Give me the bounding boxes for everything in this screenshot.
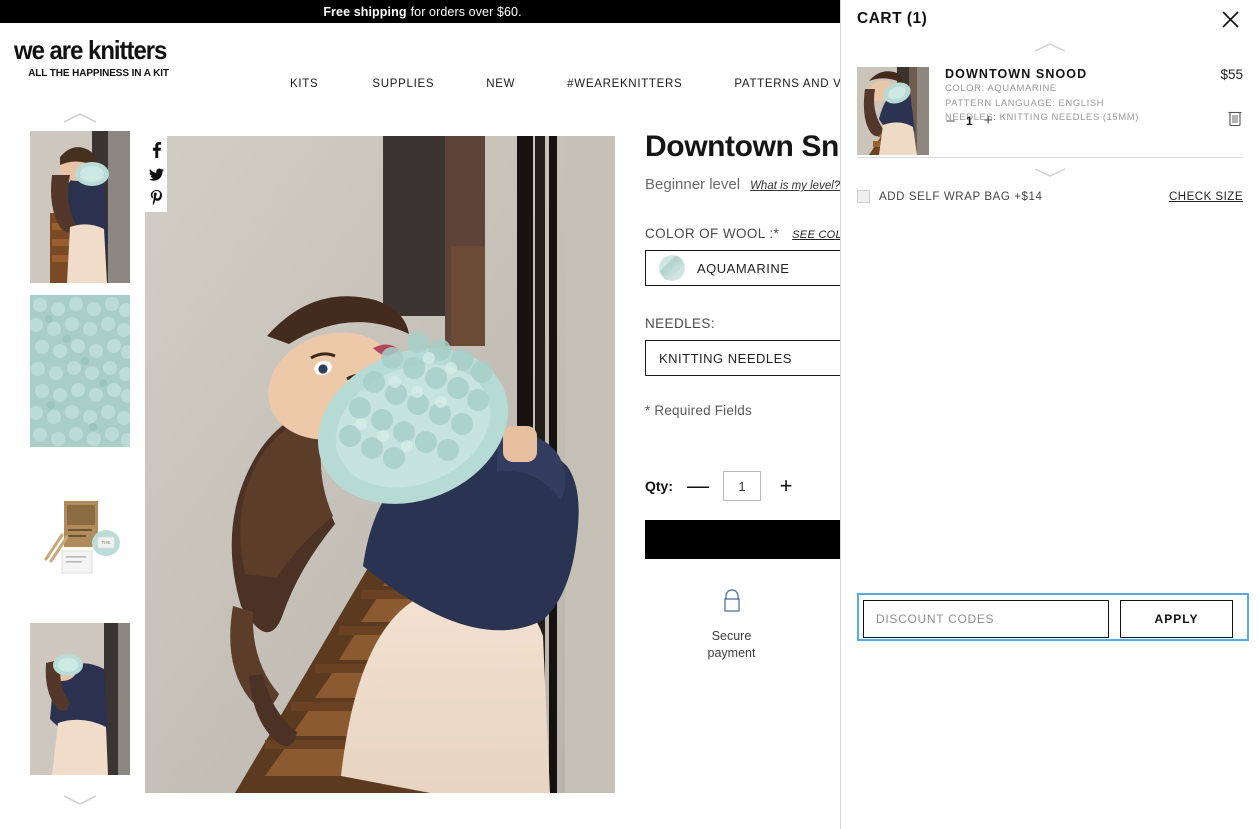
facebook-share-icon[interactable] [146, 138, 166, 162]
badge-secure-payment: Secure payment [645, 588, 818, 662]
nav-item-weareknitters[interactable]: #WEAREKNITTERS [567, 78, 682, 90]
thumbnail-4[interactable] [30, 623, 130, 775]
color-swatch-aquamarine-icon [659, 255, 685, 281]
cart-item-divider [857, 157, 1243, 158]
cart-extras-row: ADD SELF WRAP BAG +$14 CHECK SIZE [857, 190, 1243, 203]
lock-icon [721, 588, 743, 619]
nav-item-supplies[interactable]: SUPPLIES [372, 78, 434, 90]
cart-scroll-up-chevron-icon[interactable] [841, 38, 1258, 56]
apply-discount-button[interactable]: APPLY [1120, 600, 1233, 638]
cart-line-item: DOWNTOWN SNOOD COLOR: AQUAMARINE PATTERN… [857, 67, 1243, 155]
gallery-scroll-down-chevron-icon[interactable] [0, 787, 160, 813]
quantity-increment-button[interactable]: + [775, 475, 797, 497]
cart-item-price: $55 [1220, 67, 1243, 82]
twitter-share-icon[interactable] [146, 162, 166, 186]
quantity-label: Qty: [645, 478, 673, 494]
self-wrap-bag-checkbox[interactable] [857, 190, 870, 203]
cart-item-quantity-stepper: – 1 + [945, 113, 994, 128]
thumbnail-3[interactable]: THE [30, 459, 130, 611]
logo-tagline: ALL THE HAPPINESS IN A KIT [28, 67, 169, 79]
needles-value: KNITTING NEEDLES [659, 350, 792, 366]
cart-item-details: DOWNTOWN SNOOD COLOR: AQUAMARINE PATTERN… [945, 67, 1243, 155]
what-is-my-level-link[interactable]: What is my level? [750, 180, 840, 192]
close-icon[interactable] [1219, 8, 1241, 30]
promo-banner: Free shipping for orders over $60. [0, 0, 845, 23]
promo-banner-text: for orders over $60. [410, 4, 522, 19]
cart-item-thumbnail[interactable] [857, 67, 929, 155]
pinterest-share-icon[interactable] [146, 186, 166, 210]
cart-item-name[interactable]: DOWNTOWN SNOOD [945, 67, 1243, 81]
thumbnail-list: THE [0, 131, 160, 775]
cart-panel: CART (1) DOWNTOWN SNOOD COLOR: AQUAMARIN… [840, 0, 1258, 829]
social-share-rail [145, 136, 167, 212]
discount-code-group: APPLY [857, 593, 1249, 641]
cart-header: CART (1) [841, 0, 1258, 38]
nav-item-kits[interactable]: KITS [290, 78, 318, 90]
discount-code-input[interactable] [863, 600, 1109, 638]
cart-quantity-decrement-button[interactable]: – [945, 113, 956, 128]
page-root: Free shipping for orders over $60. we ar… [0, 0, 1258, 829]
check-size-link[interactable]: CHECK SIZE [1169, 191, 1243, 203]
cart-quantity-value: 1 [966, 113, 973, 128]
trash-icon[interactable] [1227, 109, 1243, 127]
svg-text:THE: THE [102, 540, 111, 545]
thumbnail-rail: THE [0, 105, 160, 825]
nav-item-new[interactable]: NEW [486, 78, 515, 90]
product-main-image[interactable] [145, 136, 615, 793]
cart-item-color: COLOR: AQUAMARINE [945, 83, 1057, 94]
promo-banner-strong: Free shipping [323, 4, 407, 19]
quantity-input[interactable] [723, 471, 761, 501]
product-level: Beginner level [645, 176, 741, 193]
cart-scroll-down-chevron-icon[interactable] [841, 163, 1258, 181]
site-header: we are knitters ALL THE HAPPINESS IN A K… [0, 23, 880, 102]
color-of-wool-value: AQUAMARINE [697, 260, 790, 276]
color-of-wool-label: COLOR OF WOOL :* [645, 226, 780, 241]
thumbnail-2[interactable] [30, 295, 130, 447]
main-nav: KITS SUPPLIES NEW #WEAREKNITTERS PATTERN… [290, 78, 881, 90]
thumbnail-1[interactable] [30, 131, 130, 283]
quantity-decrement-button[interactable]: — [687, 475, 709, 497]
cart-item-pattern-language: PATTERN LANGUAGE: ENGLISH [945, 97, 1105, 109]
self-wrap-bag-label: ADD SELF WRAP BAG +$14 [879, 190, 1043, 203]
cart-title: CART (1) [857, 10, 928, 27]
logo-wordmark: we are knitters [14, 35, 167, 65]
cart-quantity-increment-button[interactable]: + [983, 113, 994, 128]
gallery-scroll-up-chevron-icon[interactable] [0, 105, 160, 131]
site-logo[interactable]: we are knitters ALL THE HAPPINESS IN A K… [14, 37, 274, 79]
badge-secure-payment-text: Secure payment [707, 629, 756, 660]
